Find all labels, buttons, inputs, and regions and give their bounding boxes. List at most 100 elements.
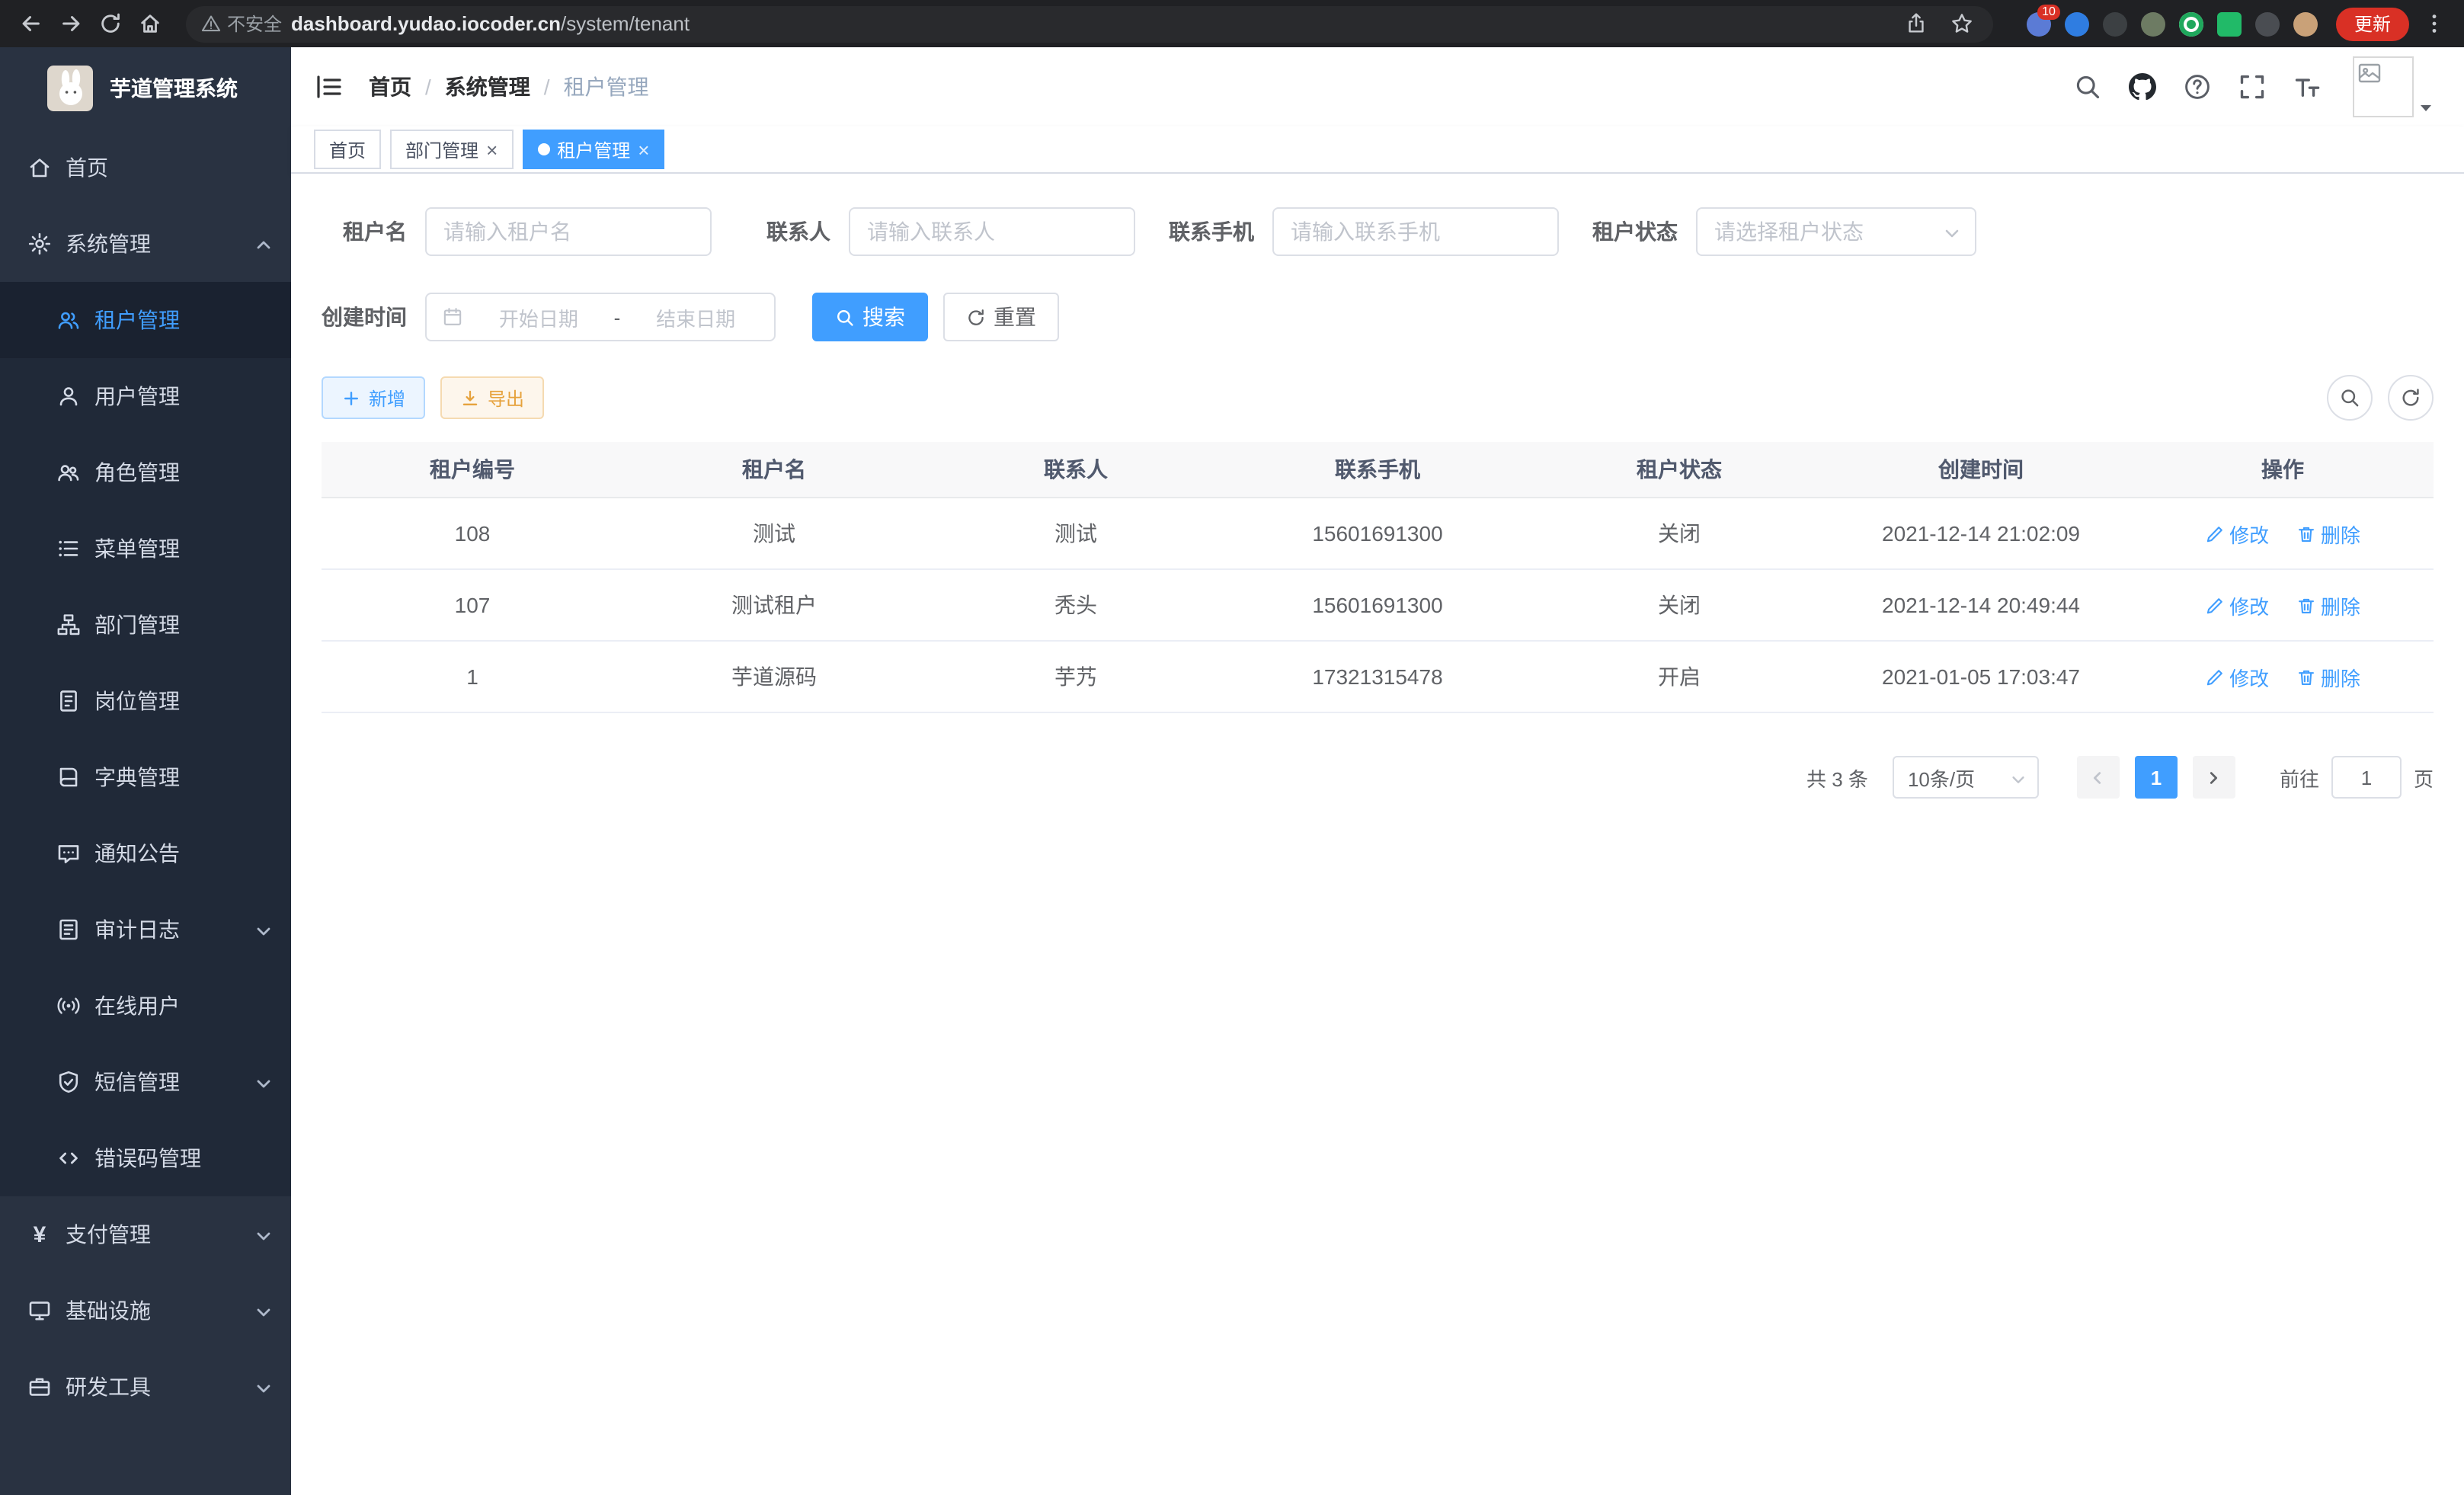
sidebar-item-tenant[interactable]: 租户管理: [0, 282, 291, 358]
refresh-icon: [2400, 387, 2421, 408]
tab-dept[interactable]: 部门管理 ×: [390, 130, 513, 169]
sidebar-item-notice[interactable]: 通知公告: [0, 815, 291, 892]
delete-link[interactable]: 删除: [2296, 519, 2360, 548]
profile-avatar-icon[interactable]: [2293, 11, 2318, 36]
extension-icon-7[interactable]: [2255, 11, 2280, 36]
sidebar-item-errorcode[interactable]: 错误码管理: [0, 1120, 291, 1196]
sidebar-item-dept[interactable]: 部门管理: [0, 587, 291, 663]
extension-icon-1[interactable]: 10: [2027, 11, 2051, 36]
tab-close-icon[interactable]: ×: [638, 139, 649, 159]
edit-link[interactable]: 修改: [2205, 591, 2269, 619]
notice-icon: [56, 841, 81, 866]
search-button[interactable]: 搜索: [812, 293, 928, 341]
delete-link[interactable]: 删除: [2296, 591, 2360, 619]
tenant-name-input[interactable]: [425, 207, 712, 256]
sidebar-item-label: 字典管理: [94, 762, 180, 792]
browser-update-button[interactable]: 更新: [2336, 7, 2409, 40]
sidebar-submenu-system: 租户管理 用户管理 角色管理 菜单管理: [0, 282, 291, 1196]
app-logo[interactable]: 芋道管理系统: [0, 47, 291, 130]
cell-name: 芋道源码: [623, 641, 925, 712]
extension-icon-5[interactable]: [2179, 11, 2203, 36]
prev-page-button[interactable]: [2077, 756, 2120, 799]
status-label: 租户状态: [1592, 216, 1678, 247]
browser-menu-icon[interactable]: [2418, 8, 2449, 39]
sidebar-item-payment[interactable]: ¥ 支付管理: [0, 1196, 291, 1273]
extension-icon-3[interactable]: [2103, 11, 2127, 36]
goto-page-input[interactable]: [2331, 756, 2402, 799]
sidebar-item-online-user[interactable]: 在线用户: [0, 968, 291, 1044]
warning-triangle-icon: [201, 14, 221, 34]
sidebar-item-label: 支付管理: [66, 1219, 151, 1250]
tab-close-icon[interactable]: ×: [486, 139, 498, 159]
search-icon[interactable]: [2072, 72, 2101, 101]
sidebar-item-dict[interactable]: 字典管理: [0, 739, 291, 815]
tab-home[interactable]: 首页: [314, 130, 381, 169]
date-end-placeholder: 结束日期: [632, 303, 759, 331]
edit-link[interactable]: 修改: [2205, 662, 2269, 691]
extension-icon-4[interactable]: [2141, 11, 2165, 36]
sidebar-item-infra[interactable]: 基础设施: [0, 1273, 291, 1349]
chevron-down-icon: [2010, 769, 2027, 786]
sidebar-item-post[interactable]: 岗位管理: [0, 663, 291, 739]
sidebar-item-role[interactable]: 角色管理: [0, 434, 291, 511]
sms-icon: [56, 1070, 81, 1094]
share-icon[interactable]: [1902, 8, 1932, 39]
help-icon[interactable]: [2182, 72, 2211, 101]
sidebar-item-audit-log[interactable]: 审计日志: [0, 892, 291, 968]
devtool-icon: [27, 1375, 52, 1399]
extension-badge: 10: [2037, 4, 2060, 19]
add-button[interactable]: 新增: [322, 376, 425, 419]
page-size-select[interactable]: 10条/页: [1893, 756, 2039, 799]
trash-icon: [2296, 595, 2316, 615]
reset-button[interactable]: 重置: [943, 293, 1059, 341]
next-page-button[interactable]: [2193, 756, 2235, 799]
breadcrumb-home[interactable]: 首页: [369, 72, 411, 102]
caret-down-icon: [2418, 96, 2434, 111]
security-warning[interactable]: 不安全: [201, 11, 282, 37]
bookmark-star-icon[interactable]: [1947, 8, 1978, 39]
toggle-search-button[interactable]: [2327, 375, 2373, 421]
search-icon: [2339, 387, 2360, 408]
home-nav-icon[interactable]: [134, 8, 165, 39]
tenant-icon: [56, 308, 81, 332]
sidebar-toggle-icon[interactable]: [314, 72, 344, 102]
sidebar-item-user[interactable]: 用户管理: [0, 358, 291, 434]
sidebar-item-label: 用户管理: [94, 381, 180, 411]
sidebar-item-menu-mgmt[interactable]: 菜单管理: [0, 511, 291, 587]
user-avatar[interactable]: [2353, 56, 2434, 117]
column-header-status: 租户状态: [1528, 442, 1830, 498]
refresh-button[interactable]: [2388, 375, 2434, 421]
date-range-picker[interactable]: 开始日期 - 结束日期: [425, 293, 776, 341]
tenant-table: 租户编号 租户名 联系人 联系手机 租户状态 创建时间 操作 108 测试: [322, 442, 2434, 713]
sidebar-item-system[interactable]: 系统管理: [0, 206, 291, 282]
reload-icon[interactable]: [94, 8, 125, 39]
status-select[interactable]: 请选择租户状态: [1696, 207, 1976, 256]
fullscreen-icon[interactable]: [2237, 72, 2266, 101]
tab-tenant[interactable]: 租户管理 ×: [522, 130, 664, 169]
phone-input[interactable]: [1272, 207, 1559, 256]
forward-icon[interactable]: [55, 8, 85, 39]
export-button[interactable]: 导出: [440, 376, 544, 419]
extension-icon-6[interactable]: [2217, 11, 2242, 36]
cell-created: 2021-12-14 20:49:44: [1830, 569, 2132, 641]
sidebar-menu: 首页 系统管理 租户管理 用户管理: [0, 130, 291, 1495]
delete-link[interactable]: 删除: [2296, 662, 2360, 691]
github-icon[interactable]: [2127, 72, 2156, 101]
edit-link[interactable]: 修改: [2205, 519, 2269, 548]
extension-icon-2[interactable]: [2065, 11, 2089, 36]
sidebar-item-label: 审计日志: [94, 914, 180, 945]
page-number-1[interactable]: 1: [2135, 756, 2178, 799]
font-size-icon[interactable]: [2292, 72, 2321, 101]
cell-id: 108: [322, 498, 623, 569]
tenant-name-label: 租户名: [322, 216, 407, 247]
sidebar-item-sms[interactable]: 短信管理: [0, 1044, 291, 1120]
url-bar[interactable]: 不安全 dashboard.yudao.iocoder.cn/system/te…: [186, 5, 1993, 42]
sidebar-item-label: 通知公告: [94, 838, 180, 869]
contact-input[interactable]: [849, 207, 1135, 256]
breadcrumb-system[interactable]: 系统管理: [445, 72, 530, 102]
back-icon[interactable]: [15, 8, 46, 39]
sidebar-item-home[interactable]: 首页: [0, 130, 291, 206]
sidebar-item-label: 部门管理: [94, 610, 180, 640]
sidebar-item-devtool[interactable]: 研发工具: [0, 1349, 291, 1425]
sidebar-item-label: 在线用户: [94, 991, 180, 1021]
